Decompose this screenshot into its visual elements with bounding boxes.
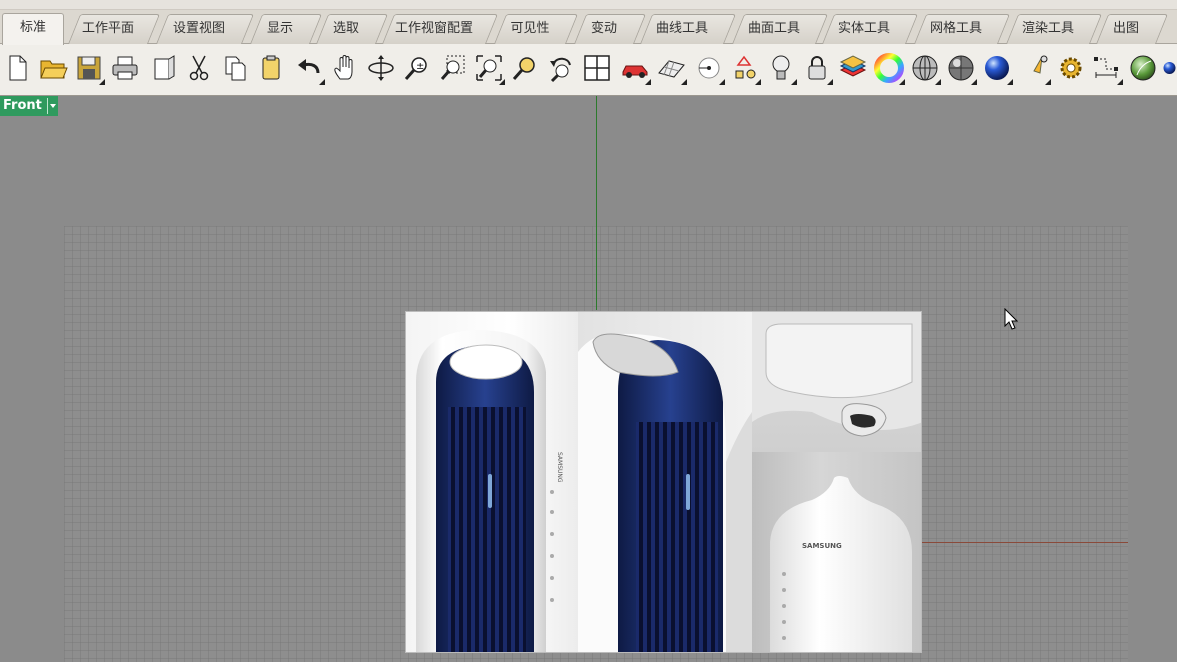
color-wheel-icon[interactable] [872, 50, 906, 86]
print-icon[interactable] [108, 50, 142, 86]
rotate-view-icon[interactable] [364, 50, 398, 86]
tab-surface-tools[interactable]: 曲面工具 [732, 14, 829, 44]
pan-hand-icon[interactable] [328, 50, 362, 86]
tab-label: 可见性 [510, 21, 550, 36]
top-dome-panel: SAMSUNG [752, 452, 921, 652]
tab-label: 实体工具 [837, 21, 890, 36]
tab-viewport-layout[interactable]: 工作视窗配置 [382, 14, 499, 44]
spotlight-icon[interactable] [1018, 50, 1052, 86]
mouse-cursor-icon [1004, 307, 1019, 334]
tab-drafting[interactable]: 出图 [1096, 14, 1169, 44]
render-preview-icon[interactable] [1126, 50, 1160, 86]
tab-render-tools[interactable]: 渲染工具 [1006, 14, 1103, 44]
tab-label: 显示 [266, 21, 293, 36]
tab-visibility[interactable]: 可见性 [494, 14, 579, 44]
tab-display[interactable]: 显示 [250, 14, 323, 44]
toolbar-tab-bar: 标准 工作平面 设置视图 显示 选取 工作视窗配置 可见性 变动 曲线工具 曲面… [0, 10, 1177, 45]
front-render-panel: SAMSUNG [406, 312, 578, 652]
tab-label: 选取 [332, 21, 359, 36]
tab-curve-tools[interactable]: 曲线工具 [640, 14, 737, 44]
light-bulb-icon[interactable] [764, 50, 798, 86]
tab-label: 工作平面 [81, 21, 134, 36]
point-object-icon[interactable] [692, 50, 726, 86]
undo-icon[interactable] [292, 50, 326, 86]
open-folder-icon[interactable] [36, 50, 70, 86]
zoom-selected-icon[interactable] [508, 50, 542, 86]
new-file-icon[interactable] [0, 50, 34, 86]
viewport-title-tab[interactable]: Front [0, 96, 58, 116]
grid-plane-icon[interactable] [654, 50, 688, 86]
cut-icon[interactable] [182, 50, 216, 86]
tab-set-view[interactable]: 设置视图 [156, 14, 255, 44]
reference-image-product-renders: SAMSUNG SAMSUNG [405, 311, 922, 653]
save-icon[interactable] [72, 50, 106, 86]
car-icon[interactable] [618, 50, 652, 86]
paste-icon[interactable] [254, 50, 288, 86]
viewport-front[interactable]: Front SAMSUNG SAMSUNG [0, 96, 1177, 662]
tab-cplanes[interactable]: 工作平面 [68, 14, 161, 44]
tab-label: 设置视图 [172, 21, 225, 36]
viewport-name: Front [3, 98, 42, 113]
page-setup-icon[interactable] [146, 50, 180, 86]
zoom-window-icon[interactable] [436, 50, 470, 86]
title-bar-strip [0, 0, 1177, 10]
x-axis-line [922, 542, 1128, 543]
undo-view-icon[interactable] [544, 50, 578, 86]
chevron-down-icon[interactable] [47, 98, 57, 114]
zoom-extents-icon[interactable] [472, 50, 506, 86]
standard-toolbar: ± [0, 44, 1177, 96]
y-axis-line [596, 96, 597, 310]
tab-solid-tools[interactable]: 实体工具 [822, 14, 919, 44]
handle-detail-panel [752, 312, 921, 452]
tab-label: 曲线工具 [655, 21, 708, 36]
copy-icon[interactable] [218, 50, 252, 86]
tab-label: 渲染工具 [1021, 21, 1074, 36]
tab-label: 曲面工具 [747, 21, 800, 36]
tab-label: 出图 [1112, 21, 1139, 36]
brand-text: SAMSUNG [802, 542, 842, 550]
object-snap-icon[interactable] [728, 50, 762, 86]
sphere-render-icon[interactable] [980, 50, 1014, 86]
tab-select[interactable]: 选取 [316, 14, 389, 44]
tab-standard[interactable]: 标准 [2, 13, 64, 45]
viewport-layout-icon[interactable] [580, 50, 614, 86]
tab-transform[interactable]: 变动 [574, 14, 647, 44]
tab-label: 网格工具 [929, 21, 982, 36]
blue-sphere-icon[interactable] [1160, 50, 1177, 86]
dimension-icon[interactable] [1090, 50, 1124, 86]
tab-label: 标准 [19, 20, 46, 35]
settings-gear-icon[interactable] [1054, 50, 1088, 86]
sphere-wireframe-icon[interactable] [908, 50, 942, 86]
lock-icon[interactable] [800, 50, 834, 86]
side-brand-text: SAMSUNG [556, 452, 563, 483]
angled-render-panel [578, 312, 752, 652]
tab-label: 变动 [590, 21, 617, 36]
sphere-shaded-icon[interactable] [944, 50, 978, 86]
tab-label: 工作视窗配置 [394, 21, 473, 36]
tab-mesh-tools[interactable]: 网格工具 [914, 14, 1011, 44]
svg-text:±: ± [416, 61, 424, 72]
zoom-icon[interactable]: ± [400, 50, 434, 86]
layer-icon[interactable] [836, 50, 870, 86]
